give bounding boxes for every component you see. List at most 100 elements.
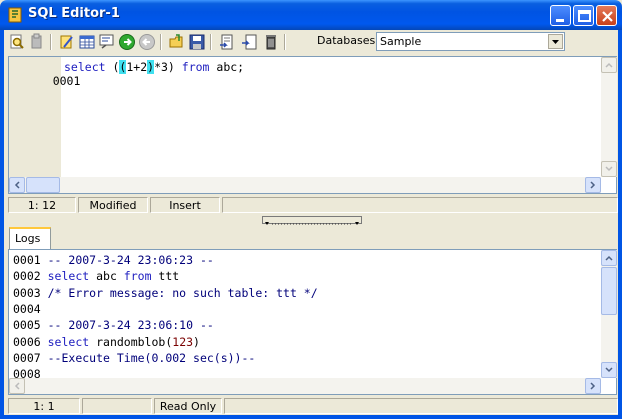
log-line-text: select randomblob(123) <box>47 334 200 349</box>
folder-open-icon <box>169 34 183 48</box>
status-filler <box>224 398 618 414</box>
scroll-up-button[interactable] <box>601 250 617 266</box>
database-value: Sample <box>380 35 422 48</box>
toolbar-separator <box>160 34 162 50</box>
scroll-up-button[interactable] <box>601 57 617 73</box>
chevron-left-icon <box>14 382 20 390</box>
cursor-position: 1: 12 <box>8 197 76 213</box>
delete-button[interactable] <box>262 33 280 51</box>
floppy-disk-icon <box>189 34 205 50</box>
close-button[interactable] <box>596 5 617 26</box>
log-line[interactable]: 0004 <box>13 302 48 316</box>
execute-button[interactable] <box>118 33 136 51</box>
export-button[interactable] <box>240 33 258 51</box>
log-line[interactable]: 0002 select abc from ttt <box>13 269 179 283</box>
open-button[interactable] <box>58 33 76 51</box>
scroll-left-button[interactable] <box>9 378 25 394</box>
open-file-button[interactable] <box>168 33 186 51</box>
close-icon <box>602 11 613 22</box>
query-icon <box>99 34 114 49</box>
title-bar[interactable]: SQL Editor-1 <box>0 0 622 30</box>
scroll-left-button[interactable] <box>9 177 25 193</box>
chevron-right-icon <box>590 382 596 390</box>
modified-indicator: Modified <box>78 197 148 213</box>
scroll-right-button[interactable] <box>585 378 601 394</box>
status-empty <box>82 398 152 414</box>
chevron-down-icon <box>605 367 613 373</box>
pencil-icon <box>60 35 73 49</box>
line-number: 0001 <box>52 74 81 88</box>
logs-pane[interactable]: 0001 -- 2007-3-24 23:06:23 -- 0002 select… <box>8 249 617 395</box>
import-icon <box>220 34 233 50</box>
pane-splitter[interactable] <box>262 216 362 225</box>
log-line[interactable]: 0005 -- 2007-3-24 23:06:10 -- <box>13 318 214 332</box>
database-label: Databases <box>317 34 376 47</box>
database-select[interactable]: Sample <box>376 32 565 51</box>
find-button[interactable] <box>8 33 26 51</box>
play-icon <box>119 34 135 50</box>
logs-cursor-position: 1: 1 <box>8 398 80 414</box>
toolbar-separator <box>50 34 52 50</box>
table-button[interactable] <box>78 33 96 51</box>
logs-vertical-scrollbar[interactable] <box>601 250 617 378</box>
tab-logs-label: Logs <box>15 232 41 245</box>
logs-horizontal-scrollbar[interactable] <box>9 378 601 394</box>
toolbar-separator <box>210 34 212 50</box>
eraser-icon <box>31 33 42 49</box>
log-line-text: --Execute Time(0.002 sec(s))-- <box>47 350 256 365</box>
back-icon <box>139 34 155 50</box>
minimize-icon <box>556 19 564 22</box>
maximize-button[interactable] <box>573 5 594 26</box>
chevron-down-icon <box>552 40 559 44</box>
log-line[interactable]: 0006 select randomblob(123) <box>13 335 200 349</box>
editor-code[interactable]: select ((1+2)*3) from abc; <box>64 60 244 74</box>
scroll-down-button[interactable] <box>601 362 617 378</box>
log-line-number: 0007 <box>13 350 48 365</box>
editor-status-bar: 1: 12 Modified Insert <box>4 196 618 214</box>
log-line-text: -- 2007-3-24 23:06:10 -- <box>47 318 214 333</box>
minimize-button[interactable] <box>550 5 571 26</box>
log-line-number: 0003 <box>13 285 48 300</box>
trash-icon <box>266 35 276 50</box>
log-line-number: 0002 <box>13 269 48 284</box>
editor-vertical-scrollbar[interactable] <box>601 57 617 177</box>
log-line-number: 0006 <box>13 334 48 349</box>
scroll-down-button[interactable] <box>601 161 617 177</box>
log-line[interactable]: 0007 --Execute Time(0.002 sec(s))-- <box>13 351 255 365</box>
query-button[interactable] <box>98 33 116 51</box>
chevron-up-icon <box>605 255 613 261</box>
export-icon <box>242 34 257 50</box>
splitter-grip-icon <box>265 222 359 225</box>
status-filler <box>222 197 618 213</box>
sql-editor[interactable]: 0001 select ((1+2)*3) from abc; <box>8 56 617 194</box>
maximize-icon <box>578 10 591 22</box>
stop-button[interactable] <box>138 33 156 51</box>
window-frame-bottom <box>0 415 622 419</box>
log-line-number: 0001 <box>13 253 48 267</box>
save-button[interactable] <box>188 33 206 51</box>
logs-status-bar: 1: 1 Read Only <box>4 397 618 415</box>
chevron-left-icon <box>14 181 20 189</box>
chevron-up-icon <box>605 62 613 68</box>
clear-button[interactable] <box>28 33 46 51</box>
scroll-thumb[interactable] <box>26 177 60 193</box>
log-line[interactable]: 0003 /* Error message: no such table: tt… <box>13 286 318 300</box>
chevron-down-icon <box>605 166 613 172</box>
log-line-text: -- 2007-3-24 23:06:23 -- <box>47 253 214 267</box>
log-line-number: 0004 <box>13 301 48 316</box>
tab-logs[interactable]: Logs <box>9 227 51 249</box>
dropdown-button[interactable] <box>548 34 563 49</box>
read-only-indicator: Read Only <box>154 398 222 414</box>
scroll-thumb[interactable] <box>601 267 617 315</box>
log-line-number: 0005 <box>13 318 48 333</box>
scroll-right-button[interactable] <box>585 177 601 193</box>
import-button[interactable] <box>218 33 236 51</box>
log-line[interactable]: 0001 -- 2007-3-24 23:06:23 -- <box>13 253 214 267</box>
app-icon <box>8 7 22 23</box>
chevron-right-icon <box>590 181 596 189</box>
magnifier-icon <box>10 34 24 49</box>
editor-horizontal-scrollbar[interactable] <box>9 177 601 193</box>
log-line-text: /* Error message: no such table: ttt */ <box>47 285 318 300</box>
window-title: SQL Editor-1 <box>28 6 120 21</box>
toolbar-separator <box>284 34 286 50</box>
